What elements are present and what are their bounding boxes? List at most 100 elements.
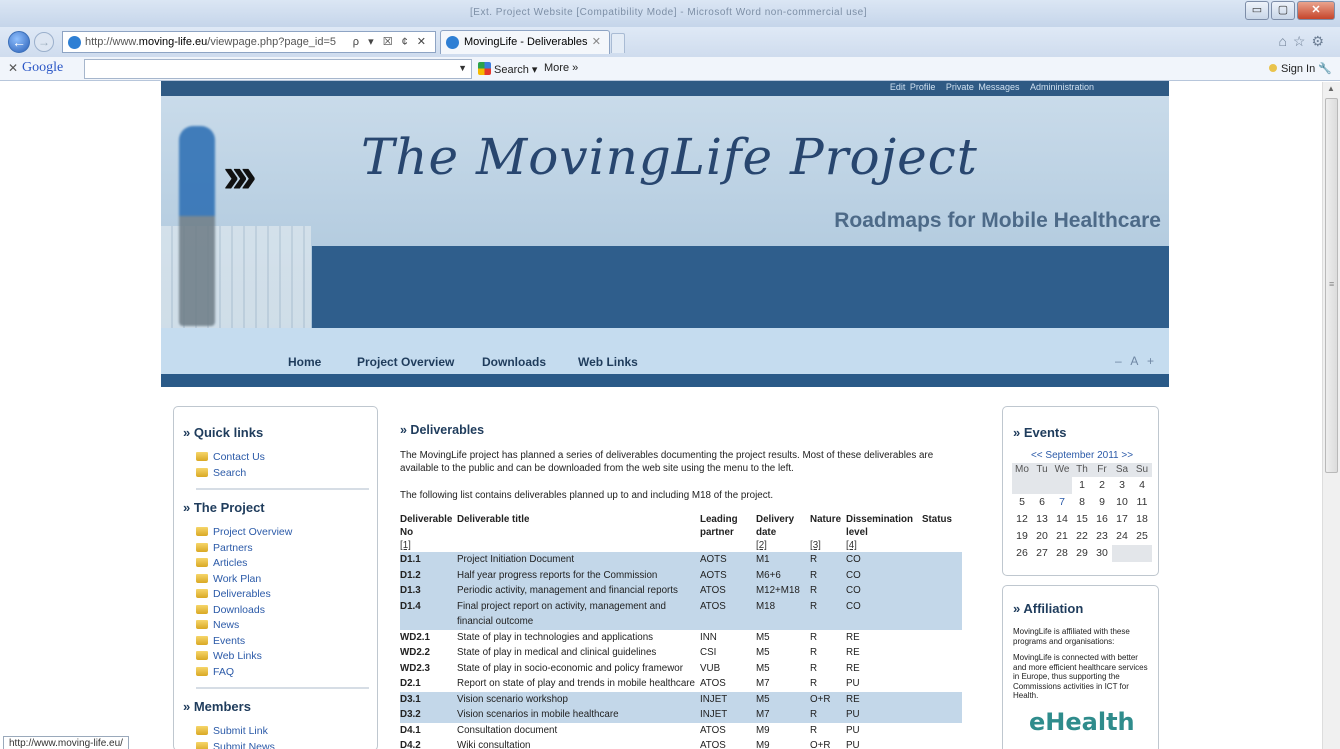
project-links-list: Project Overview Partners Articles Work … xyxy=(196,526,377,681)
google-toolbar: ✕ Google ▼ Search ▾ More » Sign In 🔧 xyxy=(0,57,1340,81)
calendar-day[interactable]: 4 xyxy=(1132,477,1152,494)
calendar-day[interactable]: 5 xyxy=(1012,494,1032,511)
new-tab-button[interactable] xyxy=(611,33,625,53)
ref-link[interactable]: [3] xyxy=(810,539,846,552)
calendar-day[interactable]: 13 xyxy=(1032,511,1052,528)
administration-link[interactable]: Admininistration xyxy=(1030,82,1094,92)
calendar-day[interactable]: 16 xyxy=(1092,511,1112,528)
calendar-day[interactable]: 7 xyxy=(1052,494,1072,511)
ehealth-logo[interactable]: eHealth xyxy=(1029,708,1158,736)
table-row: financial outcome xyxy=(400,614,962,630)
table-cell: Wiki consultation xyxy=(457,740,531,749)
calendar-day[interactable]: 20 xyxy=(1032,528,1052,545)
table-cell: RE xyxy=(846,662,860,674)
calendar-day[interactable]: 11 xyxy=(1132,494,1152,511)
calendar-day[interactable]: 2 xyxy=(1092,477,1112,494)
calendar-day[interactable]: 24 xyxy=(1112,528,1132,545)
folder-icon xyxy=(196,527,208,536)
chevron-down-icon[interactable]: ▼ xyxy=(458,63,467,73)
calendar-day[interactable]: 10 xyxy=(1112,494,1132,511)
address-bar[interactable]: http://www.moving-life.eu/viewpage.php?p… xyxy=(62,31,436,53)
calendar-day[interactable]: 28 xyxy=(1052,545,1072,562)
affiliation-text-1: MovingLife is affiliated with these prog… xyxy=(1013,627,1130,646)
calendar-blank xyxy=(1032,477,1052,494)
font-size-controls[interactable]: – A + xyxy=(1115,354,1157,368)
home-favorites-tools-icons[interactable]: ⌂☆⚙ xyxy=(1278,33,1330,50)
calendar-day[interactable]: 18 xyxy=(1132,511,1152,528)
calendar-day[interactable]: 25 xyxy=(1132,528,1152,545)
calendar-day[interactable]: 17 xyxy=(1112,511,1132,528)
tab-movinglife[interactable]: MovingLife - Deliverables ✕ xyxy=(440,30,610,54)
forward-button[interactable]: → xyxy=(34,32,54,52)
minimize-button[interactable]: ▭ xyxy=(1245,1,1269,20)
calendar-day[interactable]: 22 xyxy=(1072,528,1092,545)
calendar-day[interactable]: 26 xyxy=(1012,545,1032,562)
sidebar-item-faq[interactable]: FAQ xyxy=(196,666,377,682)
vertical-scrollbar[interactable]: ▲ ≡ xyxy=(1322,82,1340,749)
calendar-day[interactable]: 23 xyxy=(1092,528,1112,545)
col-header: Deliverable title xyxy=(457,514,530,525)
sidebar-item-articles[interactable]: Articles xyxy=(196,557,377,573)
sidebar-item-submit-news[interactable]: Submit News xyxy=(196,741,377,749)
calendar-day[interactable]: 27 xyxy=(1032,545,1052,562)
grip-icon: ≡ xyxy=(1329,279,1335,289)
sign-in-button[interactable]: Sign In 🔧 xyxy=(1268,62,1332,75)
banner-blue-band xyxy=(312,246,1169,328)
sidebar-item-news[interactable]: News xyxy=(196,619,377,635)
events-panel: » Events << September 2011 >> Mo Tu We Th Fr… xyxy=(1002,406,1159,576)
calendar-day[interactable]: 21 xyxy=(1052,528,1072,545)
calendar-day[interactable]: 6 xyxy=(1032,494,1052,511)
private-messages-link[interactable]: Private Messages xyxy=(946,82,1020,92)
menu-downloads[interactable]: Downloads xyxy=(482,355,546,369)
maximize-button[interactable]: ▢ xyxy=(1271,1,1295,20)
table-cell: State of play in medical and clinical gu… xyxy=(457,647,657,658)
calendar-day[interactable]: 1 xyxy=(1072,477,1092,494)
menu-home[interactable]: Home xyxy=(288,355,321,369)
table-row: D3.2 Vision scenarios in mobile healthcar… xyxy=(400,707,962,723)
google-search-input[interactable]: ▼ xyxy=(84,59,472,79)
edit-profile-link[interactable]: Edit Profile xyxy=(890,82,936,92)
table-cell: CSI xyxy=(700,647,717,658)
toolbar-close-icon[interactable]: ✕ xyxy=(8,61,18,75)
calendar-day[interactable]: 14 xyxy=(1052,511,1072,528)
table-cell: WD2.2 xyxy=(400,647,430,658)
calendar-day[interactable]: 9 xyxy=(1092,494,1112,511)
scroll-up-icon[interactable]: ▲ xyxy=(1327,84,1335,93)
calendar-day[interactable]: 29 xyxy=(1072,545,1092,562)
calendar-day[interactable]: 15 xyxy=(1072,511,1092,528)
back-button[interactable]: ← xyxy=(8,31,30,53)
ref-link[interactable]: [2] xyxy=(756,539,810,552)
sidebar-item-work-plan[interactable]: Work Plan xyxy=(196,573,377,589)
google-search-button[interactable]: Search ▾ xyxy=(478,62,537,76)
address-tools-icons[interactable]: ρ ▾ ☒ ¢ ✕ xyxy=(353,35,429,48)
sidebar-item-search[interactable]: Search xyxy=(196,467,377,483)
sidebar-item-contact-us[interactable]: Contact Us xyxy=(196,451,377,467)
menu-web-links[interactable]: Web Links xyxy=(578,355,638,369)
folder-icon xyxy=(196,620,208,629)
sidebar-item-submit-link[interactable]: Submit Link xyxy=(196,725,377,741)
table-cell: D3.1 xyxy=(400,691,457,707)
calendar-day[interactable]: 3 xyxy=(1112,477,1132,494)
tab-close-icon[interactable]: ✕ xyxy=(592,35,601,48)
members-links-list: Submit Link Submit News xyxy=(196,725,377,749)
sidebar-item-web-links[interactable]: Web Links xyxy=(196,650,377,666)
sidebar-item-partners[interactable]: Partners xyxy=(196,542,377,558)
close-window-button[interactable]: ✕ xyxy=(1297,1,1335,20)
sidebar-item-events[interactable]: Events xyxy=(196,635,377,651)
sidebar-item-downloads[interactable]: Downloads xyxy=(196,604,377,620)
calendar-month-nav[interactable]: << September 2011 >> xyxy=(1012,450,1152,463)
calendar-day[interactable]: 19 xyxy=(1012,528,1032,545)
ref-link[interactable]: [4] xyxy=(846,539,922,552)
main-content: » Deliverables The MovingLife project ha… xyxy=(400,423,965,749)
table-cell: D1.1 xyxy=(400,552,457,568)
ref-link[interactable]: [1] xyxy=(400,539,457,552)
members-title: » Members xyxy=(183,699,251,714)
sidebar-item-project-overview[interactable]: Project Overview xyxy=(196,526,377,542)
calendar-day[interactable]: 8 xyxy=(1072,494,1092,511)
calendar-day[interactable]: 12 xyxy=(1012,511,1032,528)
more-button[interactable]: More » xyxy=(544,62,578,74)
scroll-thumb[interactable]: ≡ xyxy=(1325,98,1338,473)
menu-project-overview[interactable]: Project Overview xyxy=(357,355,454,369)
sidebar-item-deliverables[interactable]: Deliverables xyxy=(196,588,377,604)
calendar-day[interactable]: 30 xyxy=(1092,545,1112,562)
